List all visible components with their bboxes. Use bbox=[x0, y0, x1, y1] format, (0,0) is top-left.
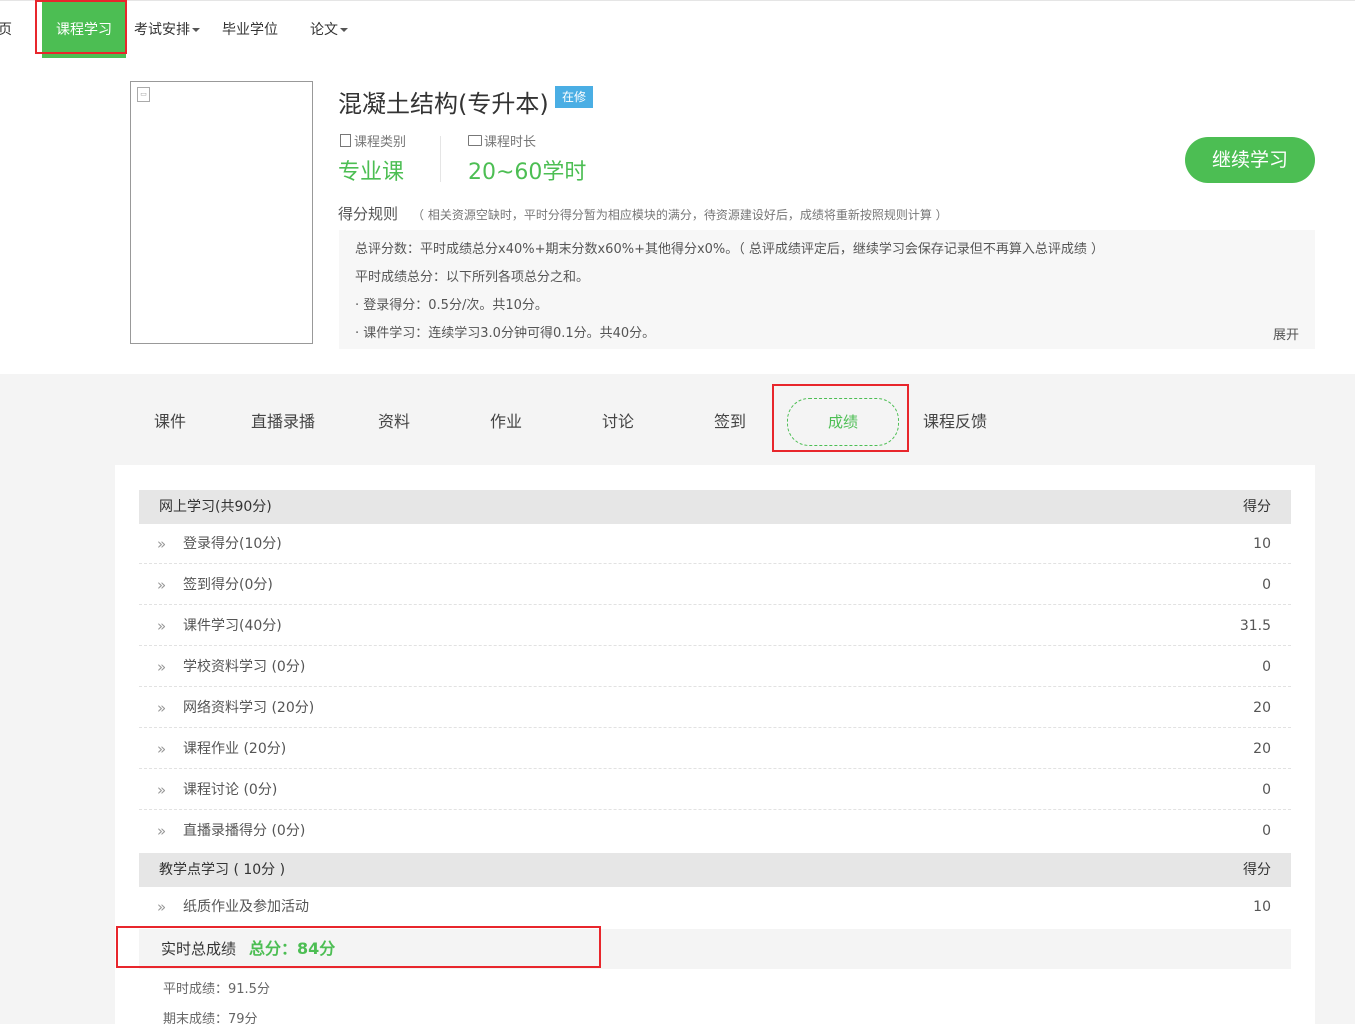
tab-homework[interactable]: 作业 bbox=[474, 402, 538, 442]
tab-courseware[interactable]: 课件 bbox=[138, 402, 202, 442]
row-score: 0 bbox=[1262, 823, 1271, 839]
total-value: 总分：84分 bbox=[249, 939, 336, 958]
section-title: 教学点学习 ( 10分 ) bbox=[159, 862, 286, 878]
rule-line: · 课件学习：连续学习3.0分钟可得0.1分。共40分。 bbox=[355, 326, 656, 341]
row-score: 20 bbox=[1253, 741, 1271, 757]
nav-thesis-label: 论文 bbox=[310, 22, 338, 38]
section-header-online: 网上学习(共90分) 得分 bbox=[139, 490, 1291, 524]
content-area: 课件 直播录播 资料 作业 讨论 签到 成绩 课程反馈 网上学习(共90分) 得… bbox=[0, 374, 1355, 1035]
caret-down-icon bbox=[192, 28, 200, 32]
double-chevron-icon: » bbox=[157, 781, 167, 799]
rule-title: 得分规则 bbox=[338, 205, 399, 223]
rule-line: 平时成绩总分：以下所列各项总分之和。 bbox=[355, 270, 590, 285]
rule-line: · 登录得分：0.5分/次。共10分。 bbox=[355, 298, 548, 313]
table-row: » 课程讨论 (0分) 0 bbox=[139, 770, 1291, 810]
continue-study-button[interactable]: 继续学习 bbox=[1185, 137, 1315, 183]
broken-image-icon: ▭ bbox=[137, 87, 150, 102]
double-chevron-icon: » bbox=[157, 535, 167, 553]
row-score: 0 bbox=[1262, 577, 1271, 593]
document-icon bbox=[340, 134, 351, 147]
row-label: 登录得分(10分) bbox=[183, 536, 282, 552]
double-chevron-icon: » bbox=[157, 658, 167, 676]
nav-course-study[interactable]: 课程学习 bbox=[42, 1, 126, 59]
double-chevron-icon: » bbox=[157, 822, 167, 840]
course-header: ▭ 混凝土结构(专升本) 在修 课程类别 专业课 课程时长 20~60学时 继续… bbox=[0, 58, 1355, 374]
row-label: 纸质作业及参加活动 bbox=[183, 899, 309, 915]
tab-materials[interactable]: 资料 bbox=[362, 402, 426, 442]
row-label: 课程讨论 (0分) bbox=[183, 782, 278, 798]
book-icon bbox=[468, 135, 482, 146]
row-label: 课件学习(40分) bbox=[183, 618, 282, 634]
section-header-teaching: 教学点学习 ( 10分 ) 得分 bbox=[139, 853, 1291, 887]
meta-divider bbox=[440, 136, 441, 182]
nav-degree-label: 毕业学位 bbox=[222, 22, 278, 38]
double-chevron-icon: » bbox=[157, 740, 167, 758]
top-nav: 首页 课程学习 考试安排 毕业学位 论文 bbox=[0, 0, 1355, 59]
row-label: 课程作业 (20分) bbox=[183, 741, 287, 757]
table-row: » 纸质作业及参加活动 10 bbox=[139, 887, 1291, 927]
nav-course-study-label: 课程学习 bbox=[56, 22, 112, 38]
regular-score: 平时成绩：91.5分 bbox=[163, 982, 270, 997]
double-chevron-icon: » bbox=[157, 699, 167, 717]
row-score: 20 bbox=[1253, 700, 1271, 716]
row-label: 学校资料学习 (0分) bbox=[183, 659, 306, 675]
expand-link[interactable]: 展开 bbox=[1273, 324, 1299, 343]
nav-exam-label: 考试安排 bbox=[134, 22, 190, 38]
tab-grades[interactable]: 成绩 bbox=[787, 398, 899, 446]
row-label: 网络资料学习 (20分) bbox=[183, 700, 315, 716]
rule-line: 总评分数：平时成绩总分x40%+期末分数x60%+其他得分x0%。（ 总评成绩评… bbox=[355, 242, 1105, 257]
double-chevron-icon: » bbox=[157, 617, 167, 635]
table-row: » 课程作业 (20分) 20 bbox=[139, 729, 1291, 769]
category-label: 课程类别 bbox=[354, 135, 407, 150]
duration-label: 课程时长 bbox=[484, 135, 537, 150]
duration-value: 20~60学时 bbox=[468, 160, 587, 185]
tab-checkin[interactable]: 签到 bbox=[698, 402, 762, 442]
caret-down-icon bbox=[340, 28, 348, 32]
row-score: 0 bbox=[1262, 782, 1271, 798]
tab-live-recording[interactable]: 直播录播 bbox=[242, 402, 324, 442]
table-row: » 直播录播得分 (0分) 0 bbox=[139, 811, 1291, 851]
nav-home-label: 首页 bbox=[0, 22, 12, 38]
row-score: 10 bbox=[1253, 899, 1271, 915]
row-score: 31.5 bbox=[1239, 618, 1271, 634]
table-row: » 网络资料学习 (20分) 20 bbox=[139, 688, 1291, 728]
score-header: 得分 bbox=[1243, 862, 1271, 878]
total-score-bar: 实时总成绩 总分：84分 bbox=[139, 929, 1291, 969]
row-label: 直播录播得分 (0分) bbox=[183, 823, 306, 839]
nav-home[interactable]: 首页 bbox=[0, 1, 34, 59]
tab-discussion[interactable]: 讨论 bbox=[586, 402, 650, 442]
section-title: 网上学习(共90分) bbox=[159, 499, 272, 515]
course-cover-image: ▭ bbox=[130, 81, 313, 344]
duration-meta: 课程时长 bbox=[468, 131, 536, 150]
table-row: » 学校资料学习 (0分) 0 bbox=[139, 647, 1291, 687]
table-row: » 登录得分(10分) 10 bbox=[139, 524, 1291, 564]
nav-exam[interactable]: 考试安排 bbox=[134, 1, 200, 59]
row-score: 10 bbox=[1253, 536, 1271, 552]
tab-feedback[interactable]: 课程反馈 bbox=[914, 402, 996, 442]
row-score: 0 bbox=[1262, 659, 1271, 675]
table-row: » 课件学习(40分) 31.5 bbox=[139, 606, 1291, 646]
score-header: 得分 bbox=[1243, 499, 1271, 515]
grades-panel: 网上学习(共90分) 得分 » 登录得分(10分) 10 » 签到得分(0分) 0 » 课… bbox=[115, 465, 1315, 1035]
row-label: 签到得分(0分) bbox=[183, 577, 273, 593]
final-score: 期末成绩：79分 bbox=[163, 1012, 258, 1027]
double-chevron-icon: » bbox=[157, 898, 167, 916]
total-label: 实时总成绩 bbox=[161, 940, 237, 958]
double-chevron-icon: » bbox=[157, 576, 167, 594]
rule-box: 总评分数：平时成绩总分x40%+期末分数x60%+其他得分x0%。（ 总评成绩评… bbox=[339, 230, 1315, 349]
nav-thesis[interactable]: 论文 bbox=[310, 1, 348, 59]
nav-degree[interactable]: 毕业学位 bbox=[222, 1, 278, 59]
rule-note: （ 相关资源空缺时，平时分得分暂为相应模块的满分，待资源建设好后，成绩将重新按照… bbox=[412, 208, 948, 222]
course-title: 混凝土结构(专升本) bbox=[338, 90, 549, 118]
category-value: 专业课 bbox=[338, 160, 405, 185]
table-row: » 签到得分(0分) 0 bbox=[139, 565, 1291, 605]
status-badge: 在修 bbox=[555, 86, 594, 108]
category-meta: 课程类别 bbox=[340, 131, 406, 150]
